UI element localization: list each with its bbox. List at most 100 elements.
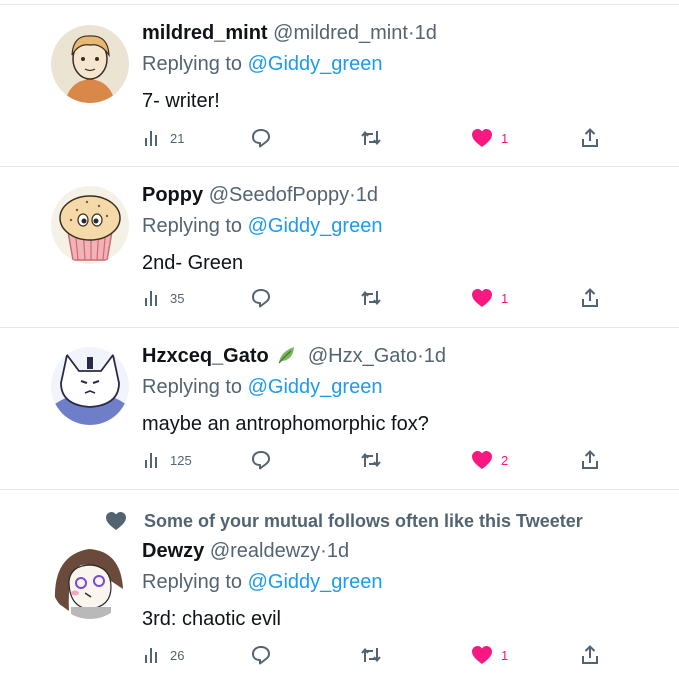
avatar[interactable] [51, 25, 129, 103]
social-context-text: Some of your mutual follows often like t… [144, 510, 583, 531]
separator-dot: · [407, 22, 415, 44]
separator-dot: · [417, 345, 424, 367]
like-button[interactable]: 1 [471, 127, 508, 149]
divider [0, 489, 679, 490]
tweet-header: Dewzy @realdewzy·1d [142, 539, 349, 563]
tweet-text: maybe an antrophomorphic fox? [142, 413, 429, 435]
views-button[interactable]: 125 [142, 449, 192, 471]
views-count: 35 [170, 290, 185, 306]
like-button[interactable]: 2 [471, 449, 508, 471]
reply-mention-link[interactable]: @Giddy_green [248, 571, 383, 593]
timestamp[interactable]: 1d [424, 345, 446, 367]
replying-to: Replying to @Giddy_green [142, 570, 382, 594]
reply-icon [252, 129, 270, 148]
user-handle[interactable]: @realdewzy [210, 540, 320, 562]
views-count: 21 [170, 130, 185, 146]
replying-to: Replying to @Giddy_green [142, 52, 382, 76]
share-icon [582, 645, 598, 664]
reply-icon [252, 646, 270, 665]
reply-button[interactable] [250, 449, 272, 471]
reply-button[interactable] [250, 287, 272, 309]
retweet-button[interactable] [359, 449, 383, 471]
views-count: 125 [170, 452, 192, 468]
like-count: 1 [501, 647, 509, 663]
share-icon [582, 450, 598, 469]
like-button[interactable]: 1 [471, 644, 508, 666]
replying-to-label: Replying to [142, 215, 248, 237]
like-button[interactable]: 1 [471, 287, 508, 309]
action-bar: 35 1 [0, 287, 679, 309]
views-button[interactable]: 21 [142, 127, 184, 149]
tweet-header: Poppy @SeedofPoppy·1d [142, 183, 378, 207]
heart-icon [106, 512, 126, 530]
action-bar: 26 1 [0, 644, 679, 666]
retweet-button[interactable] [359, 644, 383, 666]
retweet-button[interactable] [359, 287, 383, 309]
replying-to: Replying to @Giddy_green [142, 375, 382, 399]
reply-mention-link[interactable]: @Giddy_green [248, 376, 383, 398]
tweet-header: mildred_mint @mildred_mint·1d [142, 21, 437, 45]
share-icon [582, 128, 598, 147]
retweet-icon [361, 452, 381, 468]
views-icon [145, 291, 157, 306]
share-button[interactable] [580, 287, 600, 309]
retweet-icon [361, 290, 381, 306]
replying-to-label: Replying to [142, 376, 248, 398]
action-bar: 21 1 [0, 127, 679, 149]
views-icon [145, 453, 157, 468]
avatar[interactable] [51, 347, 129, 425]
avatar[interactable] [51, 186, 129, 264]
divider [0, 4, 679, 5]
tweet-text: 2nd- Green [142, 252, 244, 274]
retweet-icon [361, 130, 381, 146]
views-count: 26 [170, 647, 185, 663]
timestamp[interactable]: 1d [327, 540, 349, 562]
reply-mention-link[interactable]: @Giddy_green [248, 215, 383, 237]
heart-icon [472, 451, 492, 469]
views-button[interactable]: 35 [142, 287, 184, 309]
display-name[interactable]: Poppy [142, 184, 203, 206]
reply-icon [252, 451, 270, 470]
reply-button[interactable] [250, 644, 272, 666]
timestamp[interactable]: 1d [356, 184, 378, 206]
like-count: 1 [501, 290, 509, 306]
user-handle[interactable]: @mildred_mint [273, 22, 408, 44]
share-button[interactable] [580, 644, 600, 666]
display-name[interactable]: mildred_mint [142, 22, 268, 44]
social-context: Some of your mutual follows often like t… [105, 509, 583, 533]
divider [0, 327, 679, 328]
heart-icon [472, 289, 492, 307]
views-icon [145, 648, 157, 663]
retweet-button[interactable] [359, 127, 383, 149]
share-icon [582, 288, 598, 307]
replying-to-label: Replying to [142, 571, 248, 593]
divider [0, 166, 679, 167]
timestamp[interactable]: 1d [415, 22, 437, 44]
replying-to-label: Replying to [142, 53, 248, 75]
user-handle[interactable]: @Hzx_Gato [308, 345, 417, 367]
avatar[interactable] [51, 541, 129, 619]
share-button[interactable] [580, 127, 600, 149]
share-button[interactable] [580, 449, 600, 471]
separator-dot: · [349, 184, 356, 206]
heart-icon [472, 129, 492, 147]
tweet-header: Hzxceq_Gato @Hzx_Gato·1d [142, 344, 446, 368]
reply-mention-link[interactable]: @Giddy_green [248, 53, 383, 75]
replying-to: Replying to @Giddy_green [142, 214, 382, 238]
display-name[interactable]: Hzxceq_Gato [142, 345, 269, 367]
views-button[interactable]: 26 [142, 644, 184, 666]
like-count: 2 [501, 452, 509, 468]
tweet-text: 3rd: chaotic evil [142, 608, 281, 630]
tweet-feed: mildred_mint @mildred_mint·1d Replying t… [0, 0, 679, 680]
retweet-icon [361, 647, 381, 663]
leaf-icon [278, 347, 295, 364]
action-bar: 125 2 [0, 449, 679, 471]
views-icon [145, 131, 157, 146]
user-handle[interactable]: @SeedofPoppy [209, 184, 349, 206]
tweet-text: 7- writer! [142, 90, 220, 112]
reply-button[interactable] [250, 127, 272, 149]
reply-icon [252, 289, 270, 308]
like-count: 1 [501, 130, 509, 146]
display-name[interactable]: Dewzy [142, 540, 204, 562]
separator-dot: · [320, 540, 327, 562]
